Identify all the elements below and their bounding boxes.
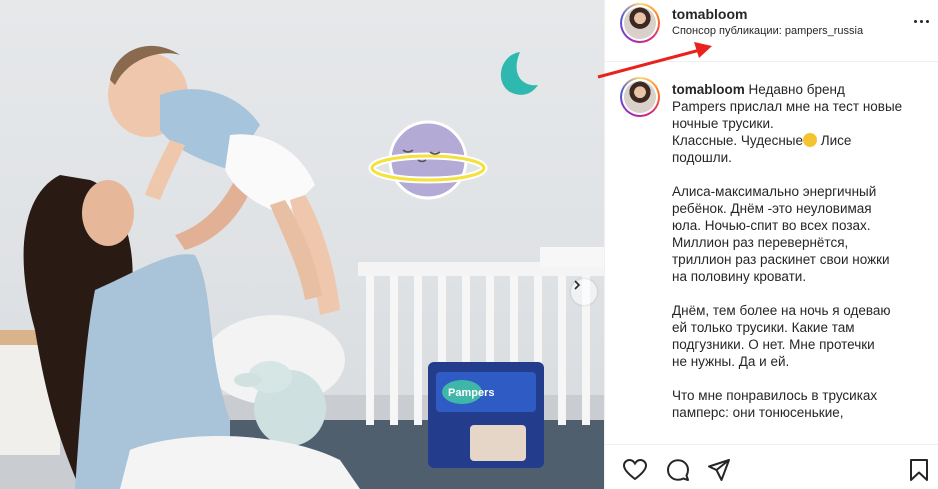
dot-icon (913, 19, 917, 23)
caption-line: Классные. Чудесные (672, 133, 804, 148)
paper-plane-icon[interactable] (706, 457, 732, 483)
next-photo-button[interactable] (571, 279, 597, 305)
caption-line: Алиса-максимально энергичный (672, 184, 877, 199)
chevron-right-icon (574, 280, 581, 290)
caption-line: подгузники. О нет. Мне протечки (672, 337, 875, 352)
caption-line: Что мне понравилось в трусиках (672, 388, 878, 403)
photo-illustration: Pampers (0, 45, 604, 489)
caption-line: ночные трусики. (672, 116, 774, 131)
caption-line: юла. Ночью-спит во всех позах. (672, 218, 871, 233)
caption-line: ей только трусики. Какие там (672, 320, 855, 335)
caption-line: Недавно бренд (748, 82, 845, 97)
caption-line: Лисе (817, 133, 852, 148)
caption-area: tomabloom Недавно бренд Pampers прислал … (605, 62, 938, 444)
caption-line: подошли. (672, 150, 732, 165)
caption-username[interactable]: tomabloom (672, 82, 745, 97)
more-options-button[interactable] (911, 14, 931, 28)
caption-line: Pampers прислал мне на тест новые (672, 99, 903, 114)
dot-icon (919, 19, 923, 23)
bookmark-icon[interactable] (906, 457, 932, 483)
post-header: tomabloom Спонсор публикации: pampers_ru… (605, 0, 938, 62)
caption-line: Днём, тем более на ночь я одеваю (672, 303, 891, 318)
caption-line: памперс: они тонюсенькие, (672, 405, 844, 420)
caption-line: не нужны. Да и ей. (672, 354, 790, 369)
caption-line: триллион раз раскинет свои ножки (672, 252, 890, 267)
caption-avatar[interactable] (620, 77, 660, 117)
dot-icon (925, 19, 929, 23)
action-bar (605, 444, 938, 489)
pack-brand-text: Pampers (448, 387, 494, 399)
avatar[interactable] (620, 3, 660, 43)
grimacing-emoji-icon (803, 133, 818, 147)
caption-line: на половину кровати. (672, 269, 807, 284)
heart-icon[interactable] (622, 457, 648, 483)
post-username[interactable]: tomabloom (672, 6, 747, 22)
post-photo[interactable]: Pampers (0, 0, 604, 489)
caption-line: ребёнок. Днём -это неуловимая (672, 201, 872, 216)
caption-text: tomabloom Недавно бренд Pampers прислал … (672, 81, 920, 438)
sponsor-label[interactable]: Спонсор публикации: pampers_russia (672, 25, 863, 37)
post-sidebar: tomabloom Спонсор публикации: pampers_ru… (605, 0, 938, 489)
comment-bubble-icon[interactable] (665, 457, 691, 483)
caption-line: Миллион раз перевернётся, (672, 235, 849, 250)
